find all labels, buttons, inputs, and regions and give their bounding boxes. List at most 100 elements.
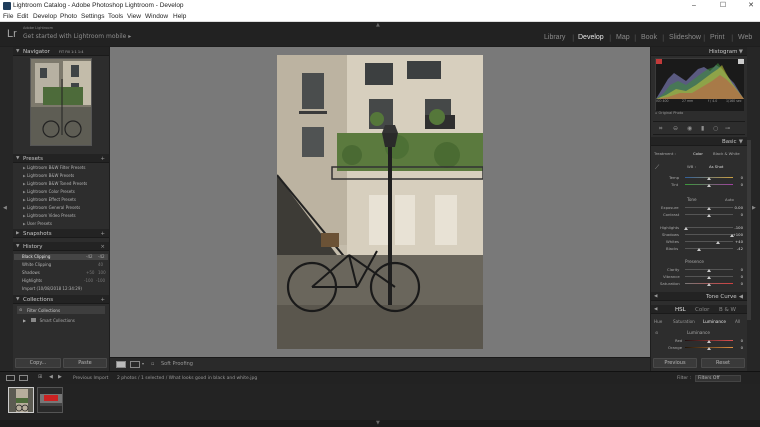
filmstrip-toggle-icon[interactable]: ▼: [376, 420, 380, 426]
blacks-slider-track[interactable]: [685, 248, 733, 249]
previous-settings-button[interactable]: Previous: [653, 358, 697, 368]
close-button[interactable]: ✕: [744, 1, 758, 11]
tint-slider-knob[interactable]: [707, 184, 711, 187]
reset-settings-button[interactable]: Reset: [701, 358, 745, 368]
tone-curve-header[interactable]: ◀ Tone Curve ◀: [651, 292, 747, 301]
targeted-adjustment-icon[interactable]: ⊙: [655, 330, 658, 335]
filter-dropdown[interactable]: Filters Off: [695, 375, 741, 382]
navigator-header[interactable]: ▼ Navigator FIT Fill 1:1 1:4: [13, 47, 109, 56]
preset-bw[interactable]: Lightroom B&W Presets: [27, 173, 74, 178]
crop-tool-icon[interactable]: ⌗: [659, 125, 662, 133]
history-item[interactable]: Highlights -100 -100: [14, 278, 108, 284]
preset-color[interactable]: Lightroom Color Presets: [27, 189, 75, 194]
snapshots-header[interactable]: ▶ Snapshots +: [13, 229, 109, 238]
collections-header[interactable]: ▼ Collections +: [13, 295, 109, 304]
forward-arrow-icon[interactable]: ▶: [58, 374, 62, 380]
hsl-subtab-all[interactable]: All: [735, 319, 740, 324]
preset-bw-filter[interactable]: Lightroom B&W Filter Presets: [27, 165, 85, 170]
preset-general[interactable]: Lightroom General Presets: [27, 205, 80, 210]
hsl-subtab-luminance[interactable]: Luminance: [703, 319, 726, 324]
filmstrip-thumbnail-selected[interactable]: [8, 387, 34, 413]
back-arrow-icon[interactable]: ◀: [49, 374, 53, 380]
right-panel-toggle-icon[interactable]: ▶: [752, 205, 756, 211]
module-map[interactable]: Map: [616, 34, 630, 41]
copy-settings-button[interactable]: Copy...: [15, 358, 61, 368]
whites-value[interactable]: +40: [731, 239, 743, 244]
preset-bw-toned[interactable]: Lightroom B&W Toned Presets: [27, 181, 87, 186]
vibrance-value[interactable]: 0: [731, 274, 743, 279]
add-snapshot-icon[interactable]: +: [100, 231, 105, 237]
minimize-button[interactable]: –: [687, 1, 701, 11]
module-book[interactable]: Book: [641, 34, 657, 41]
spot-removal-tool-icon[interactable]: ⊖: [673, 125, 678, 132]
temp-slider-knob[interactable]: [707, 177, 711, 180]
blacks-slider-knob[interactable]: [697, 248, 701, 251]
hsl-tab-bw[interactable]: B & W: [719, 307, 736, 313]
contrast-slider-knob[interactable]: [707, 214, 711, 217]
filmstrip-info[interactable]: 2 photos / 1 selected / What looks good …: [117, 376, 257, 381]
history-header[interactable]: ▼ History ×: [13, 242, 109, 251]
menu-photo[interactable]: Photo: [60, 13, 77, 20]
menu-settings[interactable]: Settings: [81, 13, 105, 20]
vibrance-slider-knob[interactable]: [707, 276, 711, 279]
hsl-subtab-saturation[interactable]: Saturation: [673, 319, 695, 324]
grid-view-icon[interactable]: ⊞: [38, 374, 42, 380]
clarity-slider-knob[interactable]: [707, 269, 711, 272]
menu-edit[interactable]: Edit: [17, 13, 28, 20]
treatment-color[interactable]: Color: [693, 151, 703, 156]
hsl-subtab-hue[interactable]: Hue: [654, 319, 662, 324]
history-item[interactable]: White Clipping 40: [14, 262, 108, 268]
basic-header[interactable]: Basic ▼: [651, 137, 747, 146]
contrast-value[interactable]: 0: [731, 212, 743, 217]
history-item[interactable]: Black Clipping -42 -42: [14, 254, 108, 260]
menu-tools[interactable]: Tools: [108, 13, 123, 20]
menu-develop[interactable]: Develop: [33, 13, 57, 20]
previous-import-label[interactable]: Previous Import: [73, 376, 108, 381]
red-slider-knob[interactable]: [707, 340, 711, 343]
shadows-value[interactable]: +100: [731, 232, 743, 237]
exposure-slider-knob[interactable]: [707, 207, 711, 210]
red-eye-tool-icon[interactable]: ◉: [687, 125, 692, 132]
module-print[interactable]: Print: [710, 34, 724, 41]
add-collection-icon[interactable]: +: [100, 297, 105, 303]
clarity-value[interactable]: 0: [731, 267, 743, 272]
second-window-icon[interactable]: [19, 375, 28, 381]
navigator-preview[interactable]: [30, 58, 92, 146]
tint-value[interactable]: 0: [731, 182, 743, 187]
left-panel-toggle-icon[interactable]: ◀: [3, 205, 7, 211]
shadows-slider-track[interactable]: [685, 234, 733, 235]
whites-slider-knob[interactable]: [716, 241, 720, 244]
filter-collections[interactable]: ⊙ Filter Collections: [17, 306, 105, 314]
preset-video[interactable]: Lightroom Video Presets: [27, 213, 76, 218]
saturation-value[interactable]: 0: [731, 281, 743, 286]
before-after-view-icon[interactable]: [130, 361, 140, 368]
saturation-slider-knob[interactable]: [707, 283, 711, 286]
exposure-value[interactable]: 0.00: [731, 205, 743, 210]
smart-collections-item[interactable]: ▶ Smart Collections: [23, 318, 75, 323]
add-preset-icon[interactable]: +: [100, 156, 105, 162]
graduated-filter-icon[interactable]: ▮: [701, 125, 704, 132]
top-panel-toggle-icon[interactable]: ▲: [376, 22, 380, 28]
whites-slider-track[interactable]: [685, 241, 733, 242]
maximize-button[interactable]: ☐: [716, 1, 730, 11]
lightroom-mobile-link[interactable]: Get started with Lightroom mobile ▸: [23, 33, 131, 40]
menu-view[interactable]: View: [127, 13, 141, 20]
view-dropdown-icon[interactable]: ▾: [142, 361, 144, 366]
preset-user[interactable]: User Presets: [27, 221, 52, 226]
module-web[interactable]: Web: [738, 34, 752, 41]
history-item[interactable]: Shadows +50 100: [14, 270, 108, 276]
radial-filter-icon[interactable]: ○: [713, 125, 718, 132]
red-value[interactable]: 0: [731, 338, 743, 343]
presets-header[interactable]: ▼ Presets +: [13, 154, 109, 163]
highlights-value[interactable]: -100: [731, 225, 743, 230]
paste-settings-button[interactable]: Paste: [63, 358, 107, 368]
soft-proofing-checkbox-icon[interactable]: ▫: [151, 361, 154, 367]
clear-history-icon[interactable]: ×: [100, 244, 105, 250]
hsl-tab-color[interactable]: Color: [695, 307, 709, 313]
hsl-header[interactable]: ◀ HSL Color B & W: [651, 305, 747, 314]
auto-tone-button[interactable]: Auto: [725, 197, 734, 202]
menu-window[interactable]: Window: [145, 13, 168, 20]
temp-value[interactable]: 0: [731, 175, 743, 180]
module-library[interactable]: Library: [544, 34, 565, 41]
orange-slider-knob[interactable]: [707, 347, 711, 350]
